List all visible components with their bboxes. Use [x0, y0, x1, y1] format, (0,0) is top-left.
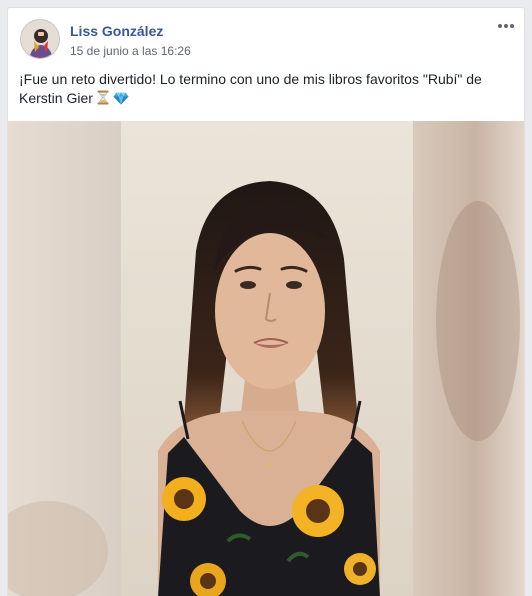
caption-text: ¡Fue un reto divertido! Lo termino con u…: [19, 71, 482, 106]
post-video[interactable]: [8, 121, 524, 596]
post-caption: ¡Fue un reto divertido! Lo termino con u…: [19, 70, 515, 110]
post-timestamp-link[interactable]: 15 de junio a las 16:26: [70, 44, 191, 58]
more-horizontal-icon[interactable]: [495, 17, 517, 35]
author-name-link[interactable]: Liss González: [70, 23, 163, 39]
hourglass-icon: [96, 90, 110, 110]
author-avatar[interactable]: [20, 19, 60, 59]
avatar-image: [21, 20, 59, 58]
gem-icon: [113, 91, 129, 110]
video-frame: [8, 121, 524, 596]
feed-post-card: Liss González 15 de junio a las 16:26 ¡F…: [7, 7, 525, 596]
post-header: Liss González 15 de junio a las 16:26: [20, 19, 514, 63]
